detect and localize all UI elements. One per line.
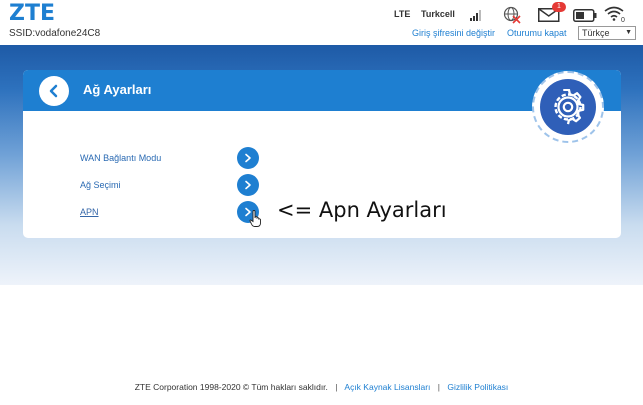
menu-item-wan-connection-mode[interactable]: WAN Bağlantı Modu [80,153,161,163]
chevron-right-icon [245,153,251,163]
signal-icon [470,10,481,21]
wan-connection-mode-arrow-button[interactable] [237,147,259,169]
privacy-policy-link[interactable]: Gizlilik Politikası [447,382,508,392]
svg-text:0: 0 [621,17,625,22]
wifi-icon: 0 [604,6,625,22]
footer-separator: | [335,382,338,392]
back-button[interactable] [39,76,69,106]
logout-link[interactable]: Oturumu kapat [507,28,567,38]
card-title: Ağ Ayarları [83,82,152,97]
operator-name: Turkcell [421,9,455,19]
ssid-label: SSID:vodafone24C8 [9,28,101,39]
chevron-right-icon [245,180,251,190]
chevron-left-icon [49,84,58,98]
copyright-text: ZTE Corporation 1998-2020 © Tüm hakları … [134,382,328,392]
mail-count-badge: 1 [552,2,566,12]
change-password-link[interactable]: Giriş şifresini değiştir [412,28,495,38]
chevron-down-icon: ▼ [625,29,632,36]
menu-item-network-selection[interactable]: Ağ Seçimi [80,180,121,190]
menu-item-apn[interactable]: APN [80,207,99,217]
page-footer: ZTE Corporation 1998-2020 © Tüm hakları … [0,382,643,392]
battery-icon [573,9,597,22]
gear-badge-inner [540,79,596,135]
language-selected-value: Türkçe [582,28,610,38]
open-source-licenses-link[interactable]: Açık Kaynak Lisansları [344,382,430,392]
apn-settings-annotation: <= Apn Ayarları [277,198,447,222]
network-selection-arrow-button[interactable] [237,174,259,196]
globe-disconnected-icon [503,6,521,24]
language-select[interactable]: Türkçe ▼ [578,26,636,40]
hand-cursor-icon [249,210,261,227]
top-header: ZTE SSID:vodafone24C8 LTE Turkcell 1 0 G… [0,0,643,45]
zte-logo: ZTE [9,1,55,26]
footer-separator: | [437,382,440,392]
network-type: LTE [394,9,411,19]
gear-icon [554,89,585,125]
settings-gear-badge [532,71,604,143]
